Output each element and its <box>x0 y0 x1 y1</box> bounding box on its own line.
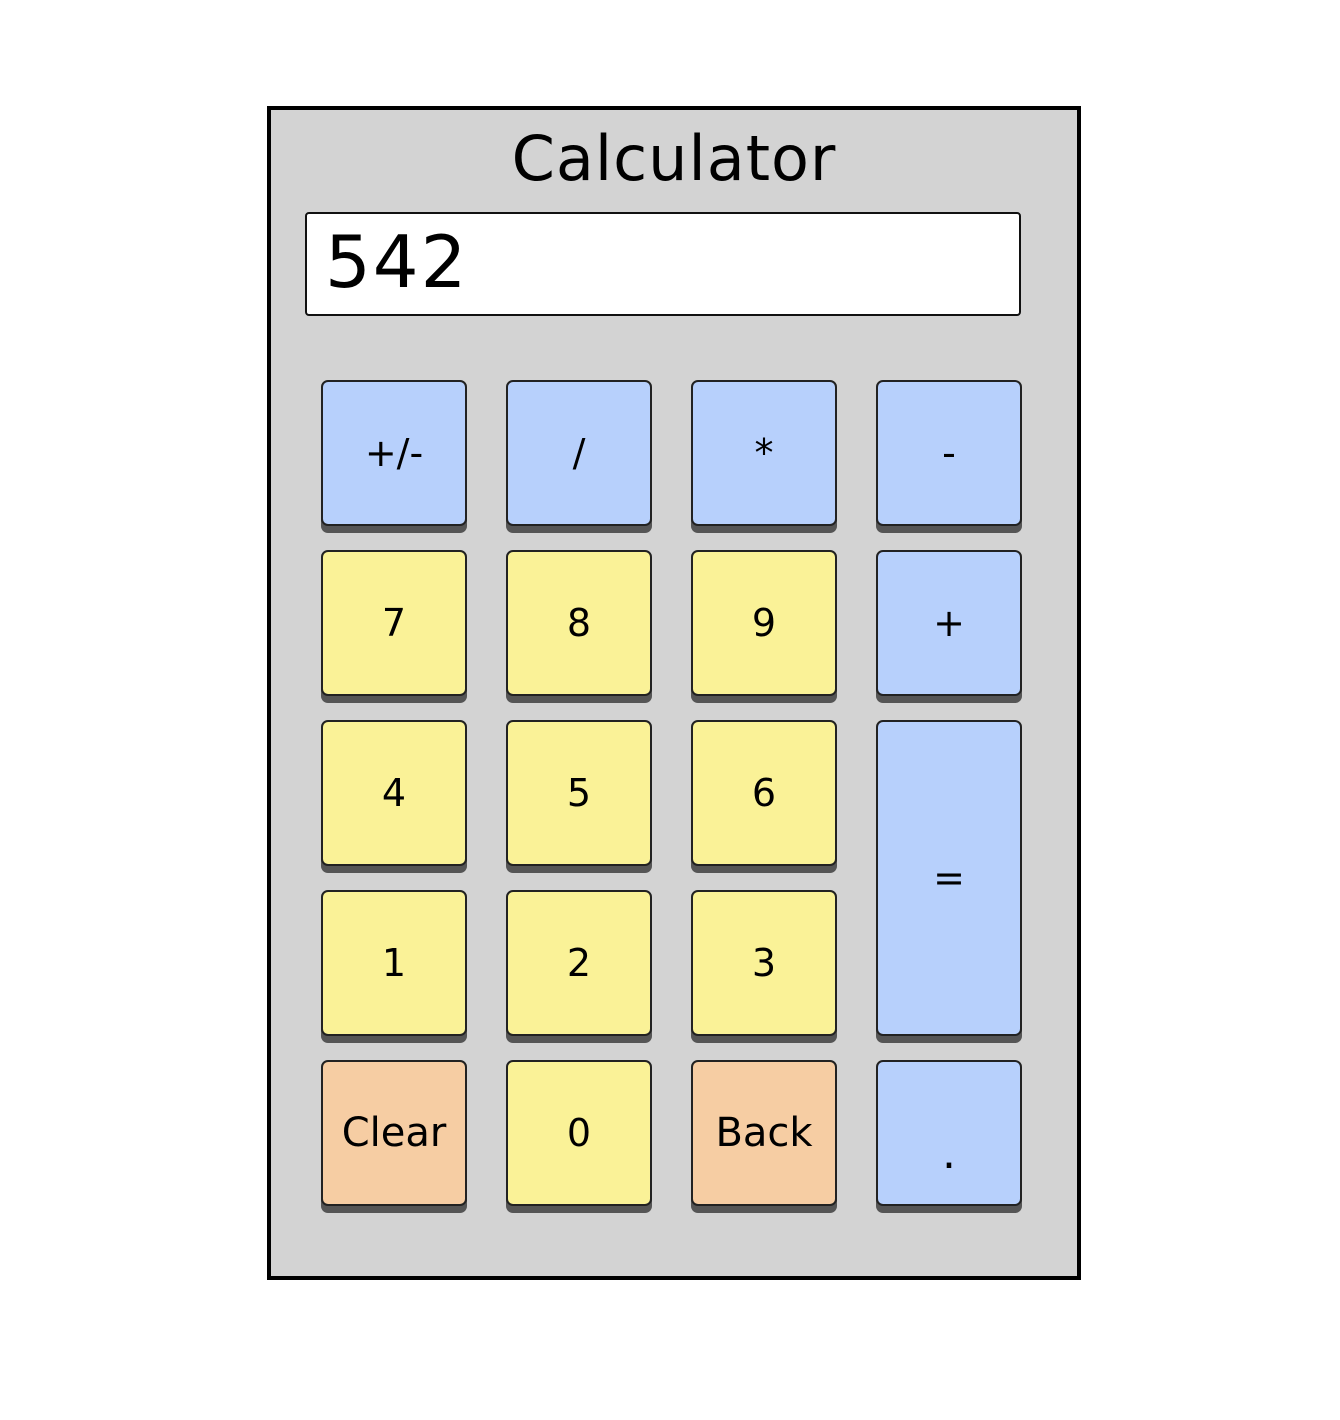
key-label: 8 <box>566 601 592 645</box>
key-label: 0 <box>566 1111 592 1155</box>
digit-0-button[interactable]: 0 <box>506 1060 652 1206</box>
add-button[interactable]: + <box>876 550 1022 696</box>
key-label: Clear <box>341 1110 447 1156</box>
key-label: 7 <box>381 601 407 645</box>
result-display: 542 <box>305 212 1021 316</box>
app-title: Calculator <box>511 122 837 195</box>
key-label: 1 <box>381 941 407 985</box>
digit-7-button[interactable]: 7 <box>321 550 467 696</box>
display-value: 542 <box>325 220 469 304</box>
key-label: + <box>933 601 965 645</box>
key-label: 5 <box>566 771 592 815</box>
digit-8-button[interactable]: 8 <box>506 550 652 696</box>
digit-9-button[interactable]: 9 <box>691 550 837 696</box>
digit-1-button[interactable]: 1 <box>321 890 467 1036</box>
key-label: 9 <box>751 601 777 645</box>
divide-button[interactable]: / <box>506 380 652 526</box>
key-label: +/- <box>364 431 424 475</box>
key-label: . <box>942 1127 956 1179</box>
key-label: 2 <box>566 941 592 985</box>
key-label: * <box>754 431 774 475</box>
key-label: 4 <box>381 771 407 815</box>
digit-4-button[interactable]: 4 <box>321 720 467 866</box>
digit-5-button[interactable]: 5 <box>506 720 652 866</box>
digit-2-button[interactable]: 2 <box>506 890 652 1036</box>
key-label: / <box>572 431 586 475</box>
multiply-button[interactable]: * <box>691 380 837 526</box>
key-label: 6 <box>751 771 777 815</box>
key-label: = <box>933 856 965 900</box>
digit-3-button[interactable]: 3 <box>691 890 837 1036</box>
key-label: 3 <box>751 941 777 985</box>
digit-6-button[interactable]: 6 <box>691 720 837 866</box>
sign-toggle-button[interactable]: +/- <box>321 380 467 526</box>
key-label: Back <box>715 1110 813 1156</box>
subtract-button[interactable]: - <box>876 380 1022 526</box>
backspace-button[interactable]: Back <box>691 1060 837 1206</box>
decimal-button[interactable]: . <box>876 1060 1022 1206</box>
calculator-panel: Calculator 542 +/- / * - 7 8 9 + 4 5 6 =… <box>267 106 1081 1280</box>
equals-button[interactable]: = <box>876 720 1022 1036</box>
key-label: - <box>942 431 956 475</box>
clear-button[interactable]: Clear <box>321 1060 467 1206</box>
